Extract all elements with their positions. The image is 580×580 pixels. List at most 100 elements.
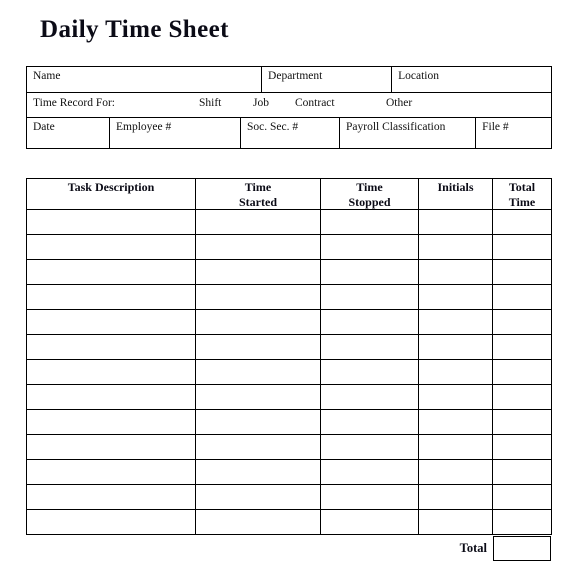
field-name-label: Name (33, 70, 61, 82)
cell-time-started[interactable] (195, 359, 321, 385)
cell-initials[interactable] (418, 334, 493, 360)
cell-time-stopped[interactable] (320, 509, 419, 535)
cell-total-time[interactable] (492, 209, 552, 235)
task-table-body (26, 209, 552, 535)
cell-initials[interactable] (418, 484, 493, 510)
cell-time-started[interactable] (195, 509, 321, 535)
cell-total-time[interactable] (492, 359, 552, 385)
cell-time-stopped[interactable] (320, 434, 419, 460)
cell-time-started[interactable] (195, 334, 321, 360)
field-payroll-classification[interactable]: Payroll Classification (339, 117, 477, 149)
cell-task-description[interactable] (26, 309, 196, 335)
cell-task-description[interactable] (26, 359, 196, 385)
cell-time-stopped[interactable] (320, 234, 419, 260)
cell-total-time[interactable] (492, 284, 552, 310)
field-payroll-classification-label: Payroll Classification (346, 121, 446, 133)
option-shift[interactable]: Shift (199, 97, 221, 110)
field-department-label: Department (268, 70, 323, 82)
field-social-security-number-label: Soc. Sec. # (247, 121, 299, 133)
field-time-record-for[interactable]: Time Record For: Shift Job Contract Othe… (25, 92, 553, 118)
field-location[interactable]: Location (391, 66, 553, 93)
cell-time-stopped[interactable] (320, 484, 419, 510)
cell-time-started[interactable] (195, 434, 321, 460)
cell-time-started[interactable] (195, 484, 321, 510)
cell-total-time[interactable] (492, 509, 552, 535)
field-department[interactable]: Department (261, 66, 393, 93)
cell-initials[interactable] (418, 434, 493, 460)
field-social-security-number[interactable]: Soc. Sec. # (239, 117, 341, 149)
cell-task-description[interactable] (26, 234, 196, 260)
table-row (26, 284, 552, 310)
cell-initials[interactable] (418, 409, 493, 435)
option-job[interactable]: Job (253, 97, 269, 110)
task-entries-table: Task Description Time Started Time Stopp… (26, 178, 552, 535)
cell-total-time[interactable] (492, 259, 552, 285)
cell-total-time[interactable] (492, 384, 552, 410)
field-employee-number[interactable]: Employee # (109, 117, 241, 149)
cell-total-time[interactable] (492, 409, 552, 435)
cell-total-time[interactable] (492, 484, 552, 510)
option-other[interactable]: Other (386, 97, 412, 110)
cell-task-description[interactable] (26, 259, 196, 285)
table-row (26, 309, 552, 335)
cell-time-started[interactable] (195, 309, 321, 335)
table-row (26, 334, 552, 360)
cell-task-description[interactable] (26, 509, 196, 535)
field-file-number-label: File # (482, 121, 509, 133)
cell-time-stopped[interactable] (320, 334, 419, 360)
cell-total-time[interactable] (492, 459, 552, 485)
time-record-options: Time Record For: Shift Job Contract Othe… (27, 93, 551, 117)
field-date[interactable]: Date (26, 117, 110, 149)
cell-initials[interactable] (418, 209, 493, 235)
table-row (26, 209, 552, 235)
cell-total-time[interactable] (492, 234, 552, 260)
cell-task-description[interactable] (26, 434, 196, 460)
field-employee-number-label: Employee # (116, 121, 172, 133)
cell-total-time[interactable] (492, 334, 552, 360)
cell-time-stopped[interactable] (320, 384, 419, 410)
cell-initials[interactable] (418, 234, 493, 260)
cell-time-stopped[interactable] (320, 409, 419, 435)
column-header-time-started: Time Started (195, 178, 321, 210)
cell-time-started[interactable] (195, 384, 321, 410)
field-file-number[interactable]: File # (475, 117, 553, 149)
time-record-for-label: Time Record For: (33, 97, 115, 109)
cell-time-started[interactable] (195, 409, 321, 435)
cell-initials[interactable] (418, 384, 493, 410)
cell-time-stopped[interactable] (320, 359, 419, 385)
table-row (26, 484, 552, 510)
cell-task-description[interactable] (26, 284, 196, 310)
cell-initials[interactable] (418, 309, 493, 335)
option-contract[interactable]: Contract (295, 97, 335, 110)
cell-task-description[interactable] (26, 409, 196, 435)
cell-time-stopped[interactable] (320, 309, 419, 335)
cell-time-stopped[interactable] (320, 209, 419, 235)
cell-initials[interactable] (418, 284, 493, 310)
cell-task-description[interactable] (26, 459, 196, 485)
table-row (26, 259, 552, 285)
cell-time-started[interactable] (195, 259, 321, 285)
cell-initials[interactable] (418, 509, 493, 535)
cell-initials[interactable] (418, 459, 493, 485)
cell-time-started[interactable] (195, 234, 321, 260)
cell-task-description[interactable] (26, 209, 196, 235)
cell-task-description[interactable] (26, 384, 196, 410)
table-row (26, 359, 552, 385)
column-header-initials: Initials (418, 178, 493, 210)
cell-time-started[interactable] (195, 209, 321, 235)
cell-time-stopped[interactable] (320, 284, 419, 310)
total-value-cell[interactable] (493, 536, 551, 561)
cell-time-started[interactable] (195, 284, 321, 310)
cell-time-started[interactable] (195, 459, 321, 485)
cell-initials[interactable] (418, 359, 493, 385)
time-sheet-page: Daily Time Sheet Name Department Locatio… (0, 0, 580, 580)
cell-total-time[interactable] (492, 434, 552, 460)
cell-initials[interactable] (418, 259, 493, 285)
cell-time-stopped[interactable] (320, 459, 419, 485)
cell-time-stopped[interactable] (320, 259, 419, 285)
cell-task-description[interactable] (26, 334, 196, 360)
cell-total-time[interactable] (492, 309, 552, 335)
cell-task-description[interactable] (26, 484, 196, 510)
field-name[interactable]: Name (25, 66, 263, 93)
table-row (26, 434, 552, 460)
